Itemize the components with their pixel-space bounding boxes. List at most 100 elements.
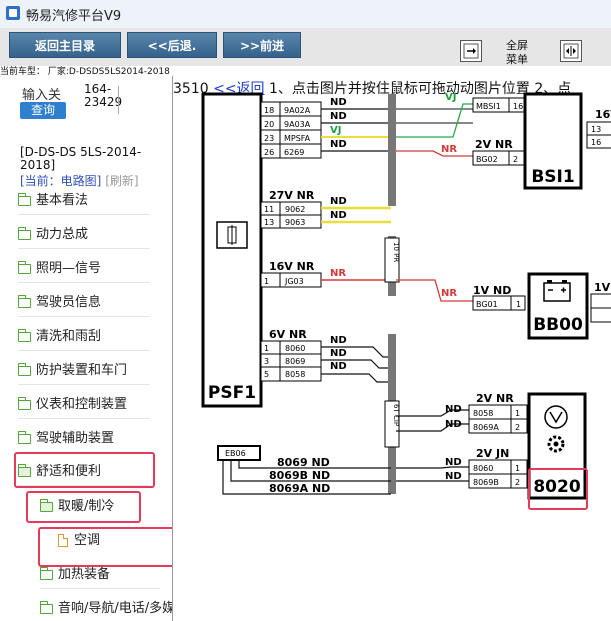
signal-label: NR — [330, 268, 346, 279]
connector-header: 27V NR — [269, 189, 315, 202]
wire-code: 9062 — [285, 205, 305, 214]
tree-item-powertrain[interactable]: 动力总成 — [18, 221, 150, 249]
divider — [118, 86, 119, 114]
signal-label: ND — [330, 97, 347, 108]
pin-label: 13 — [591, 125, 601, 134]
signal-label: ND — [330, 196, 347, 207]
folder-icon — [18, 430, 31, 444]
wire-code: MPSFA — [284, 134, 311, 143]
folder-icon — [18, 260, 31, 274]
sidebar: 输入关 查询 164- 23429 [D-DS-DS 5LS-2014- 201… — [0, 76, 173, 621]
wire-label: 8069A ND — [269, 482, 330, 495]
connector-header: 1V — [594, 281, 611, 294]
overflow-label-fragment — [604, 39, 611, 53]
wire-code: BG02 — [476, 155, 498, 164]
signal-label: VJ — [330, 125, 341, 136]
tree-item-audio-navigation[interactable]: 音响/导航/电话/多媒体 — [40, 595, 172, 621]
pin-label: 20 — [264, 120, 274, 129]
fullscreen-toggle-button[interactable] — [460, 40, 482, 62]
connector-header: 16V — [595, 108, 611, 121]
pin-label: 1 — [516, 300, 521, 309]
connector-header: 2V JN — [476, 447, 509, 460]
wire-label: 8069B ND — [269, 469, 330, 482]
bsi1-label: BSI1 — [531, 167, 574, 187]
signal-label: ND — [330, 348, 347, 359]
tree-item-basic[interactable]: 基本看法 — [18, 187, 150, 215]
signal-label: ND — [330, 210, 347, 221]
fullscreen-label: 全屏 菜单 — [506, 39, 528, 66]
psf1-label: PSF1 — [208, 383, 256, 403]
query-button[interactable]: 查询 — [20, 102, 66, 119]
signal-label: NR — [441, 288, 457, 299]
title-bar: 畅易汽修平台V9 — [0, 0, 611, 29]
connector-header: 6V NR — [269, 328, 307, 341]
pin-label: 3 — [264, 357, 269, 366]
connector-strip: 10 PR 6T CIP — [384, 94, 400, 494]
refresh-link[interactable]: [刷新] — [105, 174, 138, 188]
psf1-top-block: 18 9A02A 20 9A03A 23 MPSFA 26 6269 ND ND… — [260, 97, 391, 159]
pin-label: 1 — [515, 464, 520, 473]
pin-label: 1 — [264, 344, 269, 353]
bb00-module: NR 1V ND BG01 1 BB00 1V — [396, 272, 611, 340]
folder-icon — [18, 294, 31, 308]
pin-label: 1 — [264, 277, 269, 286]
current-view-indicator: [当前：电路图] — [20, 174, 102, 188]
forward-button[interactable]: >>前进 — [223, 32, 301, 58]
app-title: 畅易汽修平台V9 — [26, 9, 122, 24]
wiring-diagram[interactable]: PSF1 18 9A02A 20 9A03A 23 MPSFA 26 6269 … — [173, 76, 611, 621]
connector-header: 2V NR — [475, 138, 513, 151]
highlight-box-air-conditioning — [38, 527, 172, 567]
folder-icon — [18, 226, 31, 240]
pin-label: 2 — [515, 423, 520, 432]
pin-label: 1 — [515, 409, 520, 418]
folder-icon — [18, 362, 31, 376]
connector-label: 6T CIP — [392, 404, 400, 426]
wire-code: 6269 — [284, 148, 304, 157]
signal-label: ND — [445, 404, 462, 415]
search-input-label: 输入关 — [22, 88, 62, 103]
pin-label: 16 — [591, 138, 601, 147]
connector-label: 10 PR — [392, 242, 400, 262]
tree-item-driver-info[interactable]: 驾驶员信息 — [18, 289, 150, 317]
pin-label: 16 — [513, 102, 523, 111]
highlight-box-heating-cooling — [26, 491, 141, 523]
back-to-main-button[interactable]: 返回主目录 — [9, 32, 121, 58]
wire-code: 9063 — [285, 218, 305, 227]
pin-label: 26 — [264, 148, 274, 157]
folder-icon — [18, 328, 31, 342]
signal-label: ND — [445, 471, 462, 482]
connector-header: 2V NR — [476, 392, 514, 405]
psf1-module: PSF1 — [201, 92, 263, 408]
back-button[interactable]: <<后退. — [127, 32, 217, 58]
signal-label: ND — [445, 419, 462, 430]
menu-toggle-button[interactable] — [560, 40, 582, 62]
wire-code: JG03 — [284, 277, 304, 286]
bsi1-module: VJ MBSI1 16 NR 2V NR BG02 2 BSI1 16V 13 … — [396, 92, 611, 190]
wire-code: 8069A — [473, 423, 499, 432]
pin-label: 2 — [513, 155, 518, 164]
fuse-icon — [216, 221, 248, 249]
wire-code: 8058 — [285, 370, 305, 379]
pin-label: 11 — [264, 205, 274, 214]
toolbar: 返回主目录 <<后退. >>前进 全屏 菜单 — [0, 28, 611, 66]
tree-item-wash-wipe[interactable]: 清洗和雨刮 — [18, 323, 150, 351]
signal-label: ND — [445, 457, 462, 468]
wire-code: 8060 — [473, 464, 493, 473]
signal-label: ND — [330, 139, 347, 150]
wire-label: 8069 ND — [277, 456, 330, 469]
signal-label: NR — [441, 144, 457, 155]
search-code: 164- 23429 — [84, 82, 123, 109]
tree-item-instruments[interactable]: 仪表和控制装置 — [18, 391, 150, 419]
wire-code: MBSI1 — [476, 102, 501, 111]
folder-icon — [40, 566, 53, 580]
connector-label: EB06 — [225, 449, 246, 458]
tree-item-driver-assist[interactable]: 驾驶辅助装置 — [18, 425, 150, 453]
split-arrows-icon — [563, 43, 579, 59]
expand-right-icon — [463, 43, 479, 59]
signal-label: ND — [330, 111, 347, 122]
wire-code: 8058 — [473, 409, 493, 418]
wire-code: 9A03A — [284, 120, 311, 129]
tree-item-lighting[interactable]: 照明—信号 — [18, 255, 150, 283]
battery-icon — [543, 280, 571, 302]
tree-item-protection-doors[interactable]: 防护装置和车门 — [18, 357, 150, 385]
